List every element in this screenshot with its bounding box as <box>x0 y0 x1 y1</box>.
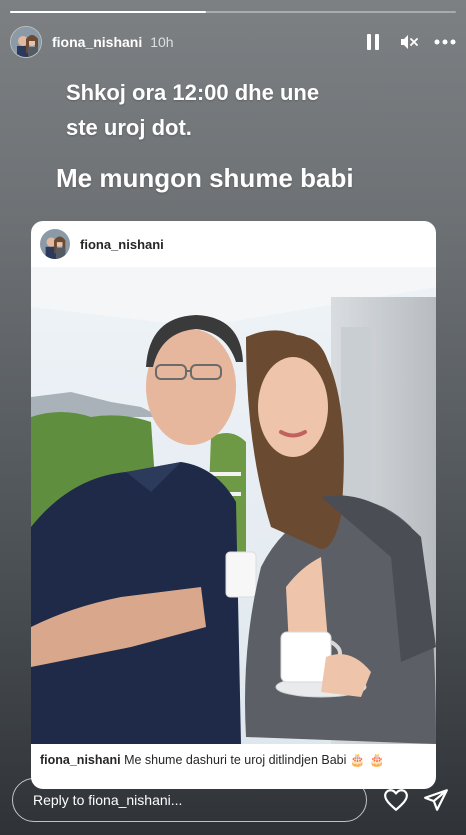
send-icon[interactable] <box>423 787 449 813</box>
shared-post-caption-text: Me shume dashuri te uroj ditlindjen Babi <box>124 753 347 767</box>
story-time: 10h <box>150 34 174 50</box>
more-icon[interactable] <box>434 31 456 53</box>
story-username[interactable]: fiona_nishani <box>52 34 142 50</box>
story-text-line-2: ste uroj dot. <box>66 115 192 140</box>
cake-emoji: 🎂 🎂 <box>349 753 385 767</box>
story-progress-fill <box>10 11 207 13</box>
shared-post-username: fiona_nishani <box>80 236 164 252</box>
shared-post-avatar <box>40 229 70 259</box>
avatar[interactable] <box>10 26 42 58</box>
shared-post-caption-user: fiona_nishani <box>40 753 121 767</box>
heart-icon[interactable] <box>383 787 409 813</box>
mute-icon[interactable] <box>398 31 420 53</box>
story-actions <box>362 31 456 53</box>
shared-post-caption: fiona_nishani Me shume dashuri te uroj d… <box>40 753 427 768</box>
story-viewer: fiona_nishani 10h Shkoj ora 12:00 dhe un… <box>0 0 466 835</box>
reply-bar[interactable] <box>12 778 367 822</box>
pause-icon[interactable] <box>362 31 384 53</box>
shared-post-card[interactable]: fiona_nishani fiona_nishani Me shume das… <box>31 221 436 789</box>
reply-input[interactable] <box>33 792 366 808</box>
story-text-line-1: Shkoj ora 12:00 dhe une <box>66 80 320 105</box>
shared-post-header: fiona_nishani <box>31 221 436 267</box>
story-progress-bar <box>10 11 456 13</box>
shared-post-photo <box>31 267 436 744</box>
story-header: fiona_nishani 10h <box>10 26 456 58</box>
story-text-line-3: Me mungon shume babi <box>56 163 354 193</box>
